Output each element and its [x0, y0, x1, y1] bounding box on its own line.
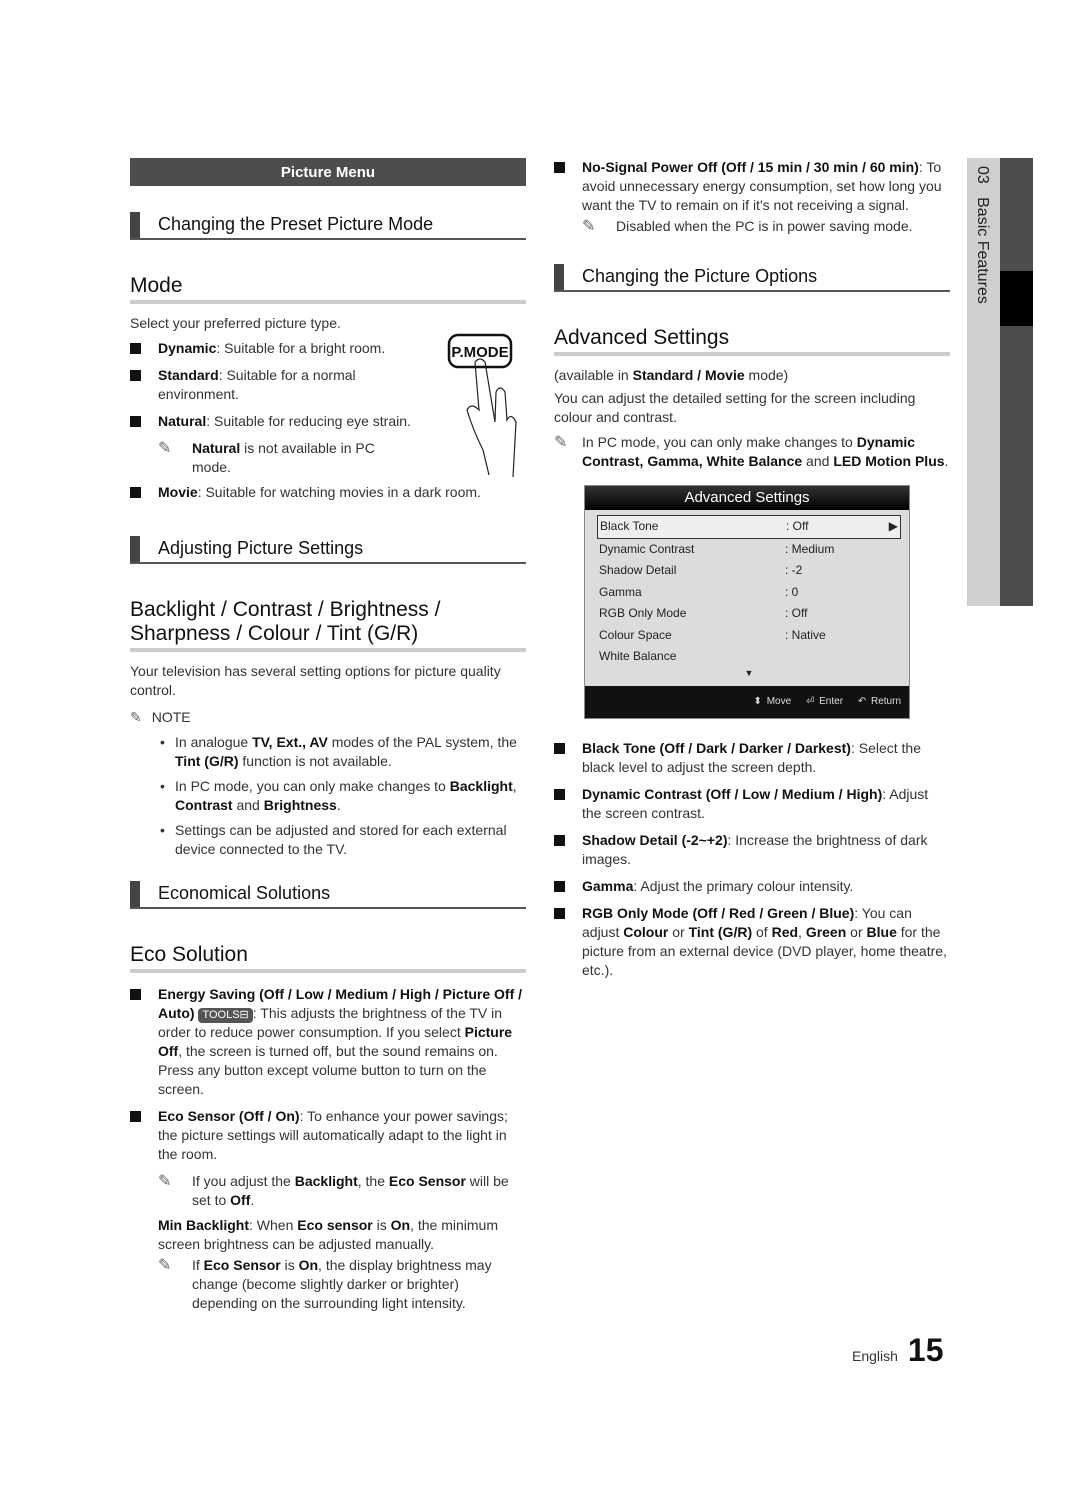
min-backlight: Min Backlight: When Eco sensor is On, th…: [158, 1217, 499, 1252]
list-item: Dynamic: Suitable for a bright room.: [130, 339, 410, 358]
list-item-energy-saving: Energy Saving (Off / Low / Medium / High…: [130, 985, 526, 1099]
osd-row-gamma[interactable]: Gamma: 0: [597, 582, 901, 604]
availability: (available in Standard / Movie mode): [554, 367, 789, 383]
heading-eco-solution: Eco Solution: [130, 943, 526, 973]
note: ✎ In PC mode, you can only make changes t…: [554, 434, 949, 469]
list-item: Standard: Suitable for a normal environm…: [130, 366, 410, 404]
list-item-rgb-only: RGB Only Mode (Off / Red / Green / Blue)…: [554, 904, 950, 980]
heading-mode: Mode: [130, 274, 526, 304]
note-header: ✎ NOTE: [130, 709, 191, 725]
pencil-icon: ✎: [130, 709, 142, 725]
arrow-right-icon: ▶: [888, 519, 898, 533]
note: ✎ If you adjust the Backlight, the Eco Se…: [158, 1173, 509, 1208]
osd-row-dynamic-contrast[interactable]: Dynamic Contrast: Medium: [597, 539, 901, 561]
subheading-text: Adjusting Picture Settings: [158, 538, 364, 558]
picture-menu-bar: Picture Menu: [130, 158, 526, 186]
move-icon: ⬍: [753, 695, 762, 707]
scroll-down-icon[interactable]: ▼: [597, 668, 901, 682]
return-icon: ↶: [857, 695, 867, 707]
page-number: 15: [907, 1332, 944, 1368]
subheading-adjusting: Adjusting Picture Settings: [130, 534, 526, 564]
osd-footer: ⬍ Move ⏎ Enter ↶ Return: [585, 685, 909, 718]
osd-row-shadow-detail[interactable]: Shadow Detail: -2: [597, 560, 901, 582]
heading-backlight: Backlight / Contrast / Brightness / Shar…: [130, 598, 526, 652]
list-item: Gamma: Adjust the primary colour intensi…: [554, 877, 950, 896]
pencil-icon: ✎: [158, 440, 172, 457]
list-item-no-signal: No-Signal Power Off (Off / 15 min / 30 m…: [554, 158, 950, 215]
osd-row-colour-space[interactable]: Colour Space: Native: [597, 625, 901, 647]
chapter-tab-marker: [1000, 271, 1033, 326]
tools-button-icon: TOOLS⊟: [198, 1008, 253, 1023]
right-column: No-Signal Power Off (Off / 15 min / 30 m…: [554, 158, 950, 988]
advanced-intro: You can adjust the detailed setting for …: [554, 390, 916, 425]
note: ✎ If Eco Sensor is On, the display bright…: [158, 1257, 492, 1311]
list-item: Shadow Detail (-2~+2): Increase the brig…: [554, 831, 950, 869]
list-item: Natural: Suitable for reducing eye strai…: [130, 412, 458, 431]
subheading-text: Changing the Preset Picture Mode: [158, 214, 434, 234]
subheading-text: Changing the Picture Options: [582, 266, 818, 286]
mode-intro: Select your preferred picture type.: [130, 315, 341, 331]
heading-advanced-settings: Advanced Settings: [554, 326, 950, 356]
pencil-icon: ✎: [554, 434, 568, 451]
note: ✎ Natural is not available in PC mode.: [158, 440, 375, 475]
note-item: • In analogue TV, Ext., AV modes of the P…: [160, 734, 517, 769]
list-item-eco-sensor: Eco Sensor (Off / On): To enhance your p…: [130, 1107, 526, 1164]
pencil-icon: ✎: [582, 218, 596, 235]
note: ✎ Disabled when the PC is in power saving…: [582, 218, 913, 235]
pencil-icon: ✎: [158, 1173, 172, 1190]
subheading-text: Economical Solutions: [158, 883, 331, 903]
osd-title: Advanced Settings: [585, 486, 909, 510]
note-item: • In PC mode, you can only make changes t…: [160, 778, 517, 813]
pencil-icon: ✎: [158, 1257, 172, 1274]
subheading-picture-options: Changing the Picture Options: [554, 262, 950, 292]
osd-row-rgb-only-mode[interactable]: RGB Only Mode: Off: [597, 603, 901, 625]
chapter-tab-label: 03 Basic Features: [974, 166, 991, 304]
osd-row-black-tone[interactable]: Black Tone: Off ▶: [597, 515, 901, 539]
pmode-button-hand-illustration: P.MODE: [445, 332, 525, 487]
subheading-economical: Economical Solutions: [130, 879, 526, 909]
backlight-intro: Your television has several setting opti…: [130, 663, 501, 698]
chapter-tab-bar: [1000, 158, 1033, 606]
enter-icon: ⏎: [805, 695, 815, 707]
advanced-settings-osd: Advanced Settings Black Tone: Off ▶ Dynam…: [584, 485, 910, 719]
subheading-preset-mode: Changing the Preset Picture Mode: [130, 210, 526, 240]
note-item: • Settings can be adjusted and stored for…: [160, 822, 507, 857]
language-label: English: [852, 1348, 898, 1364]
list-item: Black Tone (Off / Dark / Darker / Darkes…: [554, 739, 950, 777]
list-item: Dynamic Contrast (Off / Low / Medium / H…: [554, 785, 950, 823]
page-footer: English 15: [852, 1332, 944, 1369]
osd-row-white-balance[interactable]: White Balance: [597, 646, 901, 668]
